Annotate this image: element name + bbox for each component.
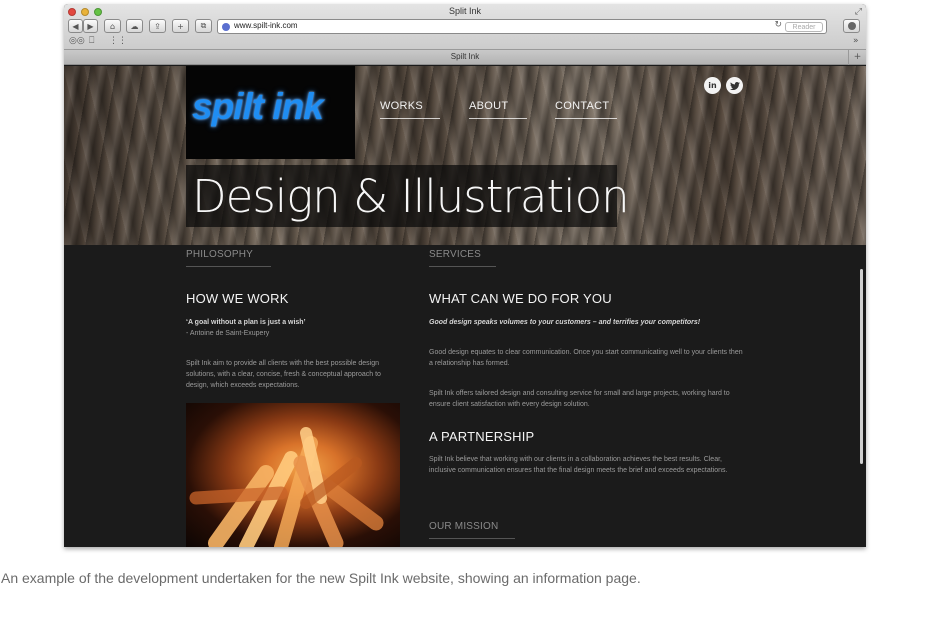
fullscreen-icon[interactable]: ⤢: [855, 6, 862, 17]
favicon-icon: [222, 23, 230, 31]
reading-list-icon[interactable]: ◎◎: [69, 36, 85, 46]
new-tab-button[interactable]: +: [848, 50, 866, 65]
philosophy-label: PHILOSOPHY: [186, 249, 271, 267]
services-paragraph-1: Good design equates to clear communicati…: [429, 349, 743, 367]
hero-banner: spilt ink WORKS ABOUT CONTACT in Design …: [64, 66, 866, 245]
services-paragraph-2: Spilt Ink offers tailored design and con…: [429, 390, 730, 408]
figure-caption: An example of the development undertaken…: [1, 570, 641, 586]
nav-contact[interactable]: CONTACT: [555, 100, 617, 119]
logo-text: spilt ink: [192, 86, 324, 127]
tab-bar: Spilt Ink +: [64, 49, 866, 65]
partnership-heading: A PARTNERSHIP: [429, 429, 535, 444]
forward-button[interactable]: ▶: [83, 19, 98, 33]
history-button[interactable]: ⧉: [195, 19, 212, 33]
back-button[interactable]: ◀: [68, 19, 83, 33]
linkedin-icon[interactable]: in: [704, 77, 721, 94]
nav-about[interactable]: ABOUT: [469, 100, 527, 119]
page-scrollbar[interactable]: [860, 269, 863, 464]
hero-title-panel: Design & Illustration: [186, 165, 630, 227]
hands-image: [189, 427, 384, 547]
web-page: spilt ink WORKS ABOUT CONTACT in Design …: [64, 66, 866, 547]
add-bookmark-button[interactable]: +: [172, 19, 189, 33]
how-we-work-heading: HOW WE WORK: [186, 291, 289, 306]
share-icon: ⇪: [154, 21, 161, 31]
services-label: SERVICES: [429, 249, 496, 267]
back-icon: ◀: [72, 21, 79, 31]
nav-works[interactable]: WORKS: [380, 100, 440, 119]
bookmarks-bar: ◎◎ ⎕ ⋮⋮ »: [64, 36, 866, 49]
twitter-icon[interactable]: [726, 77, 743, 94]
our-mission-label: OUR MISSION: [429, 521, 515, 539]
forward-icon: ▶: [87, 21, 94, 31]
site-logo[interactable]: spilt ink: [186, 66, 355, 159]
tab-spilt-ink[interactable]: Spilt Ink: [64, 52, 866, 61]
bookmarks-icon[interactable]: ⎕: [89, 36, 94, 46]
address-bar[interactable]: www.spilt-ink.com ↻ Reader: [217, 19, 827, 34]
icloud-button[interactable]: ☁: [126, 19, 143, 33]
share-button[interactable]: ⇪: [149, 19, 166, 33]
reader-button[interactable]: Reader: [785, 22, 823, 32]
home-icon: ⌂: [109, 21, 116, 31]
partnership-paragraph: Spilt Ink believe that working with our …: [429, 456, 728, 474]
home-button[interactable]: ⌂: [104, 19, 121, 33]
quote-text: ‘A goal without a plan is just a wish’: [186, 319, 306, 326]
services-tagline: Good design speaks volumes to your custo…: [429, 319, 701, 326]
icloud-icon: ☁: [130, 21, 139, 31]
philosophy-paragraph: Spilt Ink aim to provide all clients wit…: [186, 360, 381, 389]
downloads-button[interactable]: [843, 19, 860, 33]
url-text[interactable]: www.spilt-ink.com: [234, 21, 298, 30]
hero-title: Design & Illustration: [192, 170, 630, 223]
quote-author: - Antoine de Saint-Exupery: [186, 330, 270, 337]
window-title: Split Ink: [448, 6, 481, 16]
reload-icon[interactable]: ↻: [774, 20, 782, 30]
hands-photo: [186, 403, 400, 547]
history-icon: ⧉: [200, 21, 207, 30]
downloads-icon: [847, 22, 856, 30]
what-can-we-do-heading: WHAT CAN WE DO FOR YOU: [429, 291, 612, 306]
twitter-bird-icon: [729, 81, 740, 90]
browser-window: Split Ink ⤢ ◀ ▶ ⌂ ☁ ⇪ + ⧉ www.spilt-ink.…: [64, 4, 866, 547]
browser-chrome: Split Ink ⤢ ◀ ▶ ⌂ ☁ ⇪ + ⧉ www.spilt-ink.…: [64, 4, 866, 65]
chevron-double-right-icon[interactable]: »: [853, 36, 859, 46]
add-bookmark-icon: +: [177, 21, 184, 31]
top-sites-icon[interactable]: ⋮⋮: [109, 36, 127, 46]
